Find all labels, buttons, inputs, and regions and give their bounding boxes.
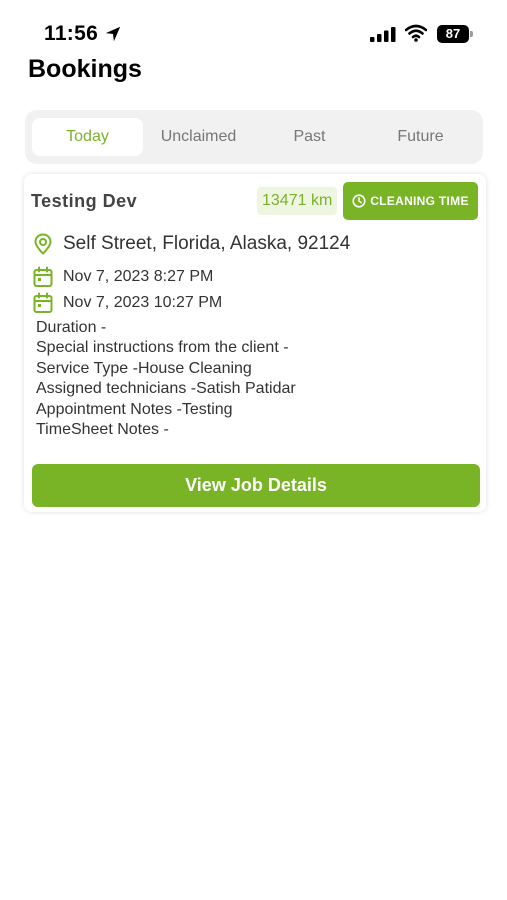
cleaning-time-label: CLEANING TIME — [370, 194, 469, 208]
booking-details: Duration - Special instructions from the… — [36, 318, 296, 440]
address-row: Self Street, Florida, Alaska, 92124 — [32, 233, 350, 255]
map-pin-icon — [34, 233, 52, 255]
cleaning-time-button[interactable]: CLEANING TIME — [343, 182, 478, 220]
status-time: 11:56 — [44, 22, 99, 45]
start-time: Nov 7, 2023 8:27 PM — [63, 268, 214, 285]
battery-icon: 87 — [437, 25, 473, 43]
calendar-icon — [33, 292, 53, 313]
distance-badge: 13471 km — [257, 187, 338, 215]
location-arrow-icon — [105, 26, 121, 42]
battery-level: 87 — [437, 25, 469, 43]
tab-today[interactable]: Today — [32, 118, 143, 156]
booking-card: Testing Dev 13471 km CLEANING TIME Self … — [24, 174, 486, 512]
booking-tabs: Today Unclaimed Past Future — [25, 110, 483, 164]
detail-timesheet-notes: TimeSheet Notes - — [36, 421, 169, 439]
tab-past[interactable]: Past — [254, 118, 365, 156]
detail-service-type: Service Type -House Cleaning — [36, 359, 252, 377]
address-text: Self Street, Florida, Alaska, 92124 — [63, 233, 351, 254]
signal-icon — [370, 27, 396, 42]
clock-icon — [352, 194, 366, 208]
page-title: Bookings — [28, 55, 142, 83]
detail-assigned-technicians: Assigned technicians -Satish Patidar — [36, 380, 296, 398]
end-time: Nov 7, 2023 10:27 PM — [63, 294, 223, 311]
detail-special-instructions: Special instructions from the client - — [36, 339, 289, 357]
end-time-row: Nov 7, 2023 10:27 PM — [32, 292, 222, 314]
calendar-icon — [33, 266, 53, 287]
detail-duration: Duration - — [36, 319, 107, 336]
tab-future[interactable]: Future — [365, 118, 476, 156]
tab-unclaimed[interactable]: Unclaimed — [143, 118, 254, 156]
status-bar: 11:56 87 — [0, 0, 507, 56]
detail-appointment-notes: Appointment Notes -Testing — [36, 400, 233, 418]
view-job-details-button[interactable]: View Job Details — [32, 464, 480, 507]
wifi-icon — [405, 24, 427, 42]
client-name: Testing Dev — [31, 191, 138, 211]
start-time-row: Nov 7, 2023 8:27 PM — [32, 266, 213, 288]
